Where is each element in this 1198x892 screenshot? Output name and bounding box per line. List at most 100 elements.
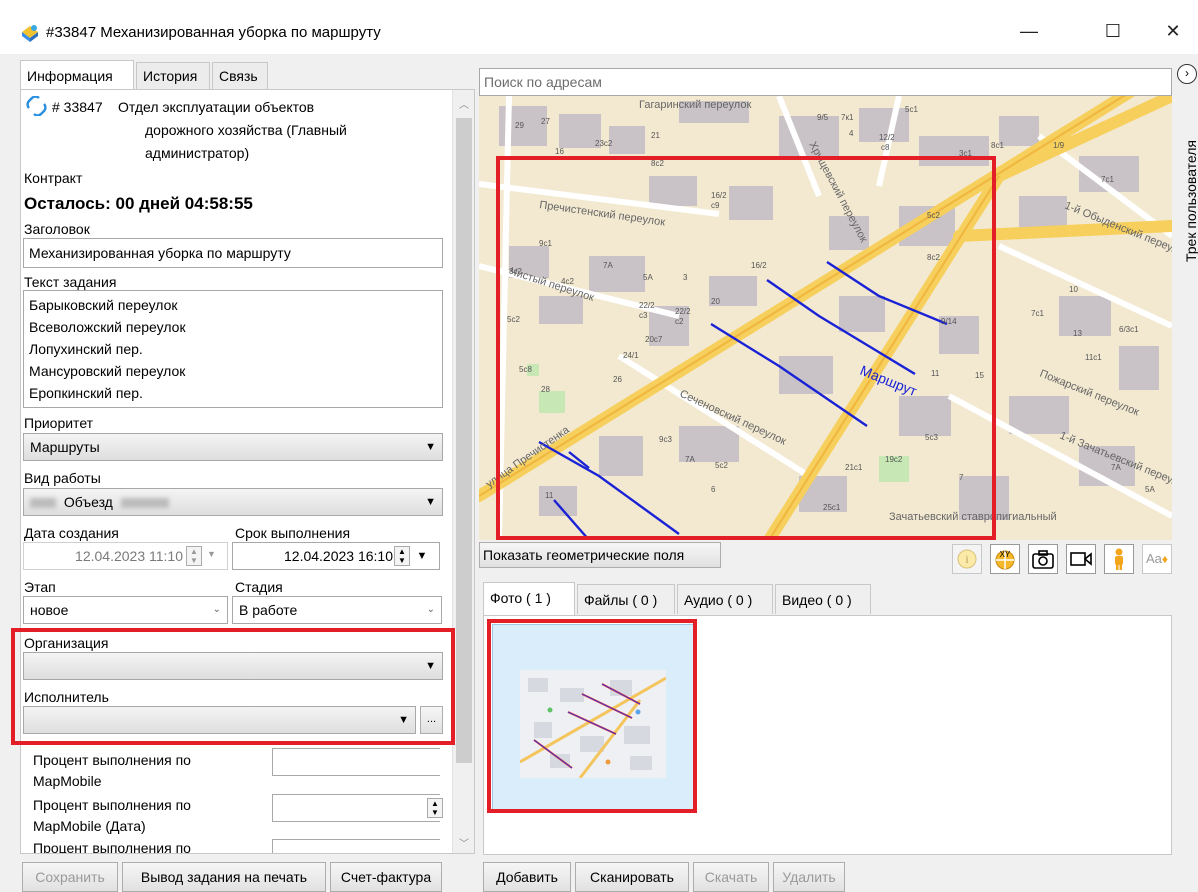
percent1-field[interactable] [272, 748, 440, 776]
house-number: 8с2 [509, 267, 522, 276]
video-camera-icon[interactable] [1066, 544, 1096, 574]
house-number: 5с2 [715, 461, 728, 470]
house-number: 7 [959, 473, 964, 482]
delete-button[interactable]: Удалить [773, 862, 845, 892]
save-button[interactable]: Сохранить [22, 862, 118, 892]
window-titlebar: #33847 Механизированная уборка по маршру… [0, 0, 1198, 54]
task-id: # 33847 [52, 99, 103, 115]
tab-photo[interactable]: Фото ( 1 ) [483, 582, 575, 616]
executor-more-button[interactable]: ... [420, 706, 443, 734]
house-number: 22/2 [675, 307, 691, 316]
executor-select[interactable]: ▼ [23, 706, 416, 734]
task-text-line: Всеволожский переулок [29, 319, 186, 335]
house-number: 1/9 [1053, 141, 1065, 150]
tab-links[interactable]: Связь [212, 62, 268, 90]
expand-panel-icon[interactable]: › [1177, 64, 1197, 84]
add-button[interactable]: Добавить [483, 862, 571, 892]
tab-info[interactable]: Информация [20, 60, 134, 90]
task-text-line: Лопухинский пер. [29, 341, 143, 357]
house-number: 12/2 [879, 133, 895, 142]
xy-coordinates-icon[interactable]: XY [990, 544, 1020, 574]
minimize-button[interactable]: — [1006, 16, 1052, 46]
percent2-spinner-icon[interactable]: ▲ ▼ [427, 798, 443, 818]
address-search-input[interactable]: Поиск по адресам [479, 68, 1172, 96]
house-number: 21 [651, 131, 660, 140]
scroll-thumb[interactable] [456, 118, 472, 763]
house-number: 3 [683, 273, 688, 282]
link-icon [26, 96, 47, 116]
status-label: Стадия [235, 579, 283, 595]
photo-thumbnail-image[interactable] [520, 670, 666, 778]
deadline-spinner-icon[interactable]: ▲ ▼ [394, 546, 410, 566]
percent3-field[interactable] [272, 839, 440, 853]
task-text-area[interactable]: Барыковский переулок Всеволожский переул… [23, 290, 443, 408]
work-type-select[interactable]: Объезд ▼ [23, 488, 443, 516]
stage-label: Этап [24, 579, 56, 595]
tab-history[interactable]: История [136, 62, 210, 90]
house-number: 5с2 [927, 211, 940, 220]
created-calendar-arrow-icon: ▼ [207, 549, 216, 559]
house-number: 7А [1111, 463, 1121, 472]
work-type-label: Вид работы [24, 470, 101, 486]
percent2-label-line-1: Процент выполнения по [33, 797, 191, 813]
tab-audio[interactable]: Аудио ( 0 ) [677, 584, 773, 614]
deadline-calendar-arrow-icon[interactable]: ▼ [414, 546, 430, 566]
title-input[interactable]: Механизированная уборка по маршруту [23, 238, 443, 268]
task-text-line: Мансуровский переулок [29, 363, 186, 379]
scan-button[interactable]: Сканировать [575, 862, 689, 892]
percent3-label: Процент выполнения по [33, 840, 191, 853]
house-number: 9/14 [941, 317, 957, 326]
stage-select[interactable]: новое ⌄ [23, 596, 228, 624]
info-icon[interactable]: i [952, 544, 982, 574]
house-number: 5с2 [507, 315, 520, 324]
tab-files[interactable]: Файлы ( 0 ) [577, 584, 675, 614]
user-track-panel-tab[interactable]: Трек пользователя [1183, 82, 1198, 282]
house-number: 20 [711, 297, 720, 306]
house-number: 13 [1073, 329, 1082, 338]
camera-icon[interactable] [1028, 544, 1058, 574]
priority-select[interactable]: Маршруты ▼ [23, 433, 443, 461]
percent2-field[interactable] [272, 794, 440, 822]
tab-video[interactable]: Видео ( 0 ) [775, 584, 871, 614]
house-number: 4 [849, 129, 854, 138]
street-label: Зачатьевский ставропигиальный [889, 511, 1057, 523]
priority-value: Маршруты [30, 439, 100, 455]
house-number: с8 [881, 143, 890, 152]
print-button[interactable]: Вывод задания на печать [122, 862, 326, 892]
scroll-up-icon[interactable]: ︿ [459, 96, 469, 111]
show-geometry-button[interactable]: Показать геометрические поля [479, 542, 721, 568]
house-number: 5с1 [905, 105, 918, 114]
close-button[interactable]: ✕ [1150, 16, 1196, 46]
scroll-down-icon[interactable]: ﹀ [459, 835, 469, 850]
house-number: 11с1 [1085, 353, 1102, 362]
task-text-label: Текст задания [24, 274, 117, 290]
info-scrollbar[interactable]: ︿ ﹀ [452, 90, 474, 853]
window-title: #33847 Механизированная уборка по маршру… [46, 24, 381, 41]
blurred-text [30, 498, 56, 509]
dropdown-arrow-icon: ▼ [425, 496, 436, 508]
task-text-line: Барыковский переулок [29, 297, 178, 313]
status-select[interactable]: В работе ⌄ [232, 596, 442, 624]
person-icon[interactable] [1104, 544, 1134, 574]
chevron-down-icon: ⌄ [212, 604, 221, 615]
blurred-text [120, 498, 169, 509]
house-number: 5с8 [519, 365, 532, 374]
dropdown-arrow-icon: ▼ [425, 441, 436, 453]
text-style-icon[interactable]: Aa♦ [1142, 544, 1172, 574]
house-number: 5А [1145, 485, 1155, 494]
house-number: 7с1 [1101, 175, 1114, 184]
percent1-label-line-1: Процент выполнения по [33, 752, 191, 768]
street-label: Гагаринский переулок [639, 99, 751, 111]
map-view[interactable]: Гагаринский переулок Хрущевский переулок… [479, 96, 1172, 540]
house-number: 21с1 [845, 463, 863, 472]
download-button[interactable]: Скачать [693, 862, 769, 892]
house-number: 20с7 [645, 335, 663, 344]
maximize-button[interactable]: ☐ [1090, 16, 1136, 46]
organization-select[interactable]: ▼ [23, 652, 443, 680]
dropdown-arrow-icon: ▼ [425, 660, 436, 672]
invoice-button[interactable]: Счет-фактура [330, 862, 442, 892]
percent1-label-line-2: MapMobile [33, 773, 102, 789]
house-number: 9с1 [539, 239, 552, 248]
executor-label: Исполнитель [24, 689, 109, 705]
house-number: 3с1 [959, 149, 972, 158]
